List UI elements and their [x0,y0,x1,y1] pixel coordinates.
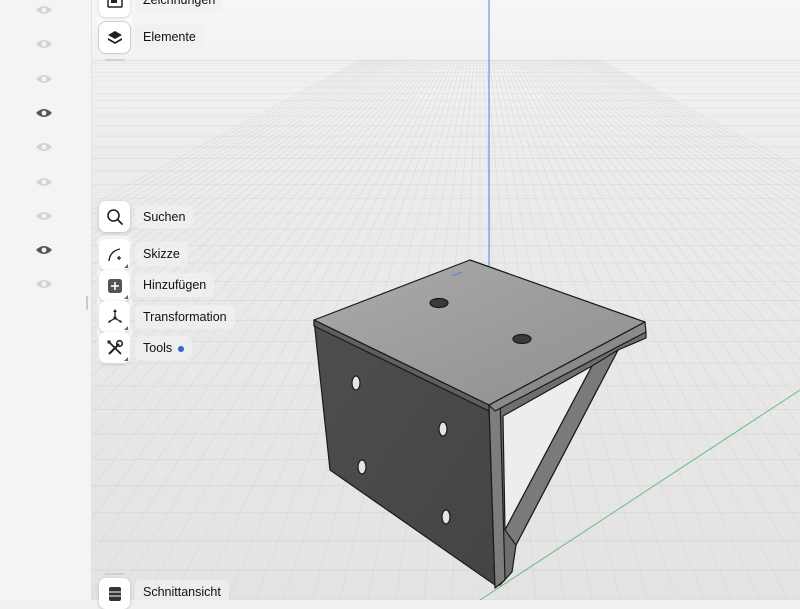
tools-label[interactable]: Tools [135,336,193,360]
panel-resize-handle[interactable] [86,296,88,310]
drawings-label[interactable]: Zeichnungen [135,0,224,12]
transformation-label[interactable]: Transformation [135,305,235,329]
tools-button[interactable] [99,332,130,363]
section-view-label[interactable]: Schnittansicht [135,580,229,604]
side-hole-4 [441,509,451,525]
sketch-label[interactable]: Skizze [135,242,188,266]
sketch-button[interactable] [99,239,130,270]
side-hole-1 [351,375,361,391]
toolbar-separator-top [105,59,125,61]
sketch-icon [107,247,121,261]
drawings-icon [106,0,123,8]
eye-hidden-icon[interactable] [35,141,53,153]
drawings-button[interactable] [99,0,130,17]
search-icon [106,208,123,225]
transformation-button[interactable] [99,301,130,332]
toolbar-separator-bottom [105,573,125,575]
eye-hidden-icon[interactable] [35,210,53,222]
search-label[interactable]: Suchen [135,205,194,229]
eye-hidden-icon[interactable] [35,38,53,50]
tools-notification-dot [178,345,185,352]
eye-hidden-icon[interactable] [35,73,53,85]
elements-button[interactable] [99,22,130,53]
tools-label-text: Tools [143,341,173,355]
side-hole-2 [438,421,448,437]
tools-icon [107,339,123,355]
add-more-indicator [124,295,128,299]
top-hole-1 [429,297,449,309]
eye-hidden-icon[interactable] [35,4,53,16]
sketch-more-indicator [124,264,128,268]
add-icon [107,278,122,293]
eye-icon[interactable] [35,244,53,256]
eye-icon[interactable] [35,107,53,119]
browser-visibility-panel [0,0,92,600]
eye-hidden-icon[interactable] [35,176,53,188]
tools-more-indicator [124,357,128,361]
add-button[interactable] [99,270,130,301]
transform-icon [107,308,122,323]
layers-icon [107,30,122,44]
search-button[interactable] [99,201,130,232]
section-view-button[interactable] [99,578,130,609]
eye-hidden-icon[interactable] [35,278,53,290]
side-hole-3 [357,459,367,475]
transformation-more-indicator [124,326,128,330]
add-label[interactable]: Hinzufügen [135,273,215,297]
top-hole-2 [512,333,532,345]
elements-label[interactable]: Elemente [135,25,204,49]
